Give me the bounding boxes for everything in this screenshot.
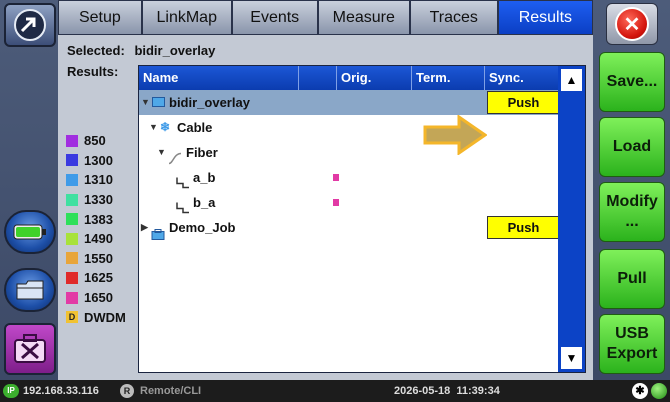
collapse-arrow-icon[interactable]: ▼ bbox=[157, 140, 166, 165]
legend-swatch bbox=[66, 291, 78, 304]
ip-badge: IP bbox=[3, 384, 19, 398]
collapse-arrow-icon[interactable]: ▼ bbox=[149, 115, 158, 140]
bluetooth-icon: ✱ bbox=[632, 383, 648, 399]
remote-badge: R bbox=[120, 384, 134, 398]
toolbox-icon bbox=[14, 334, 46, 363]
tab-bar: Setup LinkMap Events Measure Traces Resu… bbox=[58, 0, 594, 35]
table-row[interactable]: a_b bbox=[139, 165, 559, 190]
legend-item: 850 bbox=[66, 131, 126, 151]
legend-item: D DWDM bbox=[66, 307, 126, 327]
remote-status: Remote/CLI bbox=[140, 385, 202, 397]
dwdm-badge: D bbox=[66, 311, 78, 324]
push-button[interactable]: Push bbox=[487, 216, 560, 239]
legend-swatch bbox=[66, 134, 78, 147]
legend-item: 1625 bbox=[66, 268, 126, 288]
tab-traces[interactable]: Traces bbox=[409, 0, 498, 35]
scroll-up-button[interactable]: ▲ bbox=[561, 69, 582, 91]
scroll-down-button[interactable]: ▼ bbox=[561, 347, 582, 369]
close-icon: ✕ bbox=[615, 7, 649, 41]
table-row[interactable]: ▼ Fiber bbox=[139, 140, 559, 165]
wavelength-legend: 850 1300 1310 1330 1383 1490 1550 1625 1… bbox=[66, 131, 126, 327]
close-button[interactable]: ✕ bbox=[606, 3, 658, 45]
battery-button[interactable] bbox=[4, 210, 56, 254]
column-header-sync[interactable]: Sync. bbox=[485, 66, 559, 90]
table-row[interactable]: ▶ Demo_Job Push bbox=[139, 215, 560, 240]
folder-icon bbox=[16, 280, 44, 300]
row-name: Fiber bbox=[186, 145, 218, 160]
table-row[interactable]: ▼ ❄ Cable bbox=[139, 115, 559, 140]
legend-item: 1310 bbox=[66, 170, 126, 190]
status-bar: IP 192.168.33.116 R Remote/CLI 2026-05-1… bbox=[0, 380, 670, 402]
legend-item: 1330 bbox=[66, 190, 126, 210]
tab-linkmap[interactable]: LinkMap bbox=[141, 0, 232, 35]
file-explorer-button[interactable] bbox=[4, 268, 56, 312]
callout-arrow-icon bbox=[423, 115, 487, 155]
table-header: Name Orig. Term. Sync. bbox=[139, 66, 559, 90]
legend-swatch bbox=[66, 271, 78, 284]
selected-line: Selected: bidir_overlay bbox=[67, 43, 215, 58]
collapse-arrow-icon[interactable]: ▼ bbox=[141, 90, 150, 115]
legend-swatch bbox=[66, 154, 78, 167]
legend-item: 1490 bbox=[66, 229, 126, 249]
row-name: b_a bbox=[193, 195, 216, 210]
tab-results[interactable]: Results bbox=[497, 0, 594, 35]
table-row[interactable]: ▼ bidir_overlay Push bbox=[139, 90, 560, 115]
results-label: Results: bbox=[67, 64, 119, 79]
row-name: Cable bbox=[177, 120, 213, 135]
row-name: Demo_Job bbox=[169, 220, 236, 235]
legend-item: 1550 bbox=[66, 249, 126, 269]
table-row[interactable]: b_a bbox=[139, 190, 559, 215]
row-name: a_b bbox=[193, 170, 216, 185]
legend-swatch bbox=[66, 193, 78, 206]
ip-address: 192.168.33.116 bbox=[23, 385, 99, 397]
selected-label: Selected: bbox=[67, 43, 125, 58]
results-table: Name Orig. Term. Sync. ▼ bidir_overlay P… bbox=[138, 65, 586, 373]
load-button[interactable]: Load bbox=[599, 117, 665, 177]
job-icon bbox=[151, 229, 165, 240]
orig-marker bbox=[333, 199, 339, 206]
battery-icon bbox=[13, 224, 46, 240]
legend-swatch bbox=[66, 252, 78, 265]
legend-swatch bbox=[66, 213, 78, 226]
home-button[interactable] bbox=[4, 3, 56, 47]
folder-icon bbox=[152, 97, 165, 107]
status-indicator-icon bbox=[651, 383, 667, 399]
tab-events[interactable]: Events bbox=[231, 0, 318, 35]
legend-item: 1383 bbox=[66, 209, 126, 229]
tab-measure[interactable]: Measure bbox=[317, 0, 410, 35]
cable-icon: ❄ bbox=[160, 120, 171, 134]
orig-marker bbox=[333, 174, 339, 181]
toolbox-button[interactable] bbox=[4, 323, 56, 375]
legend-swatch bbox=[66, 173, 78, 186]
datetime: 2026-05-18 11:39:34 bbox=[394, 385, 500, 397]
usb-export-button[interactable]: USB Export bbox=[599, 314, 665, 374]
row-name: bidir_overlay bbox=[169, 95, 250, 110]
modify-button[interactable]: Modify ... bbox=[599, 182, 665, 242]
column-header-term[interactable]: Term. bbox=[412, 66, 485, 90]
table-scrollbar[interactable]: ▲ ▼ bbox=[558, 66, 585, 372]
save-button[interactable]: Save... bbox=[599, 52, 665, 112]
expand-arrow-icon[interactable]: ▶ bbox=[141, 215, 148, 240]
push-button[interactable]: Push bbox=[487, 91, 560, 114]
right-action-column: ✕ Save... Load Modify ... Pull USB Expor… bbox=[593, 0, 670, 380]
left-rail bbox=[0, 0, 58, 380]
legend-item: 1650 bbox=[66, 288, 126, 308]
column-header-blank bbox=[299, 66, 337, 90]
pull-button[interactable]: Pull bbox=[599, 249, 665, 309]
column-header-name[interactable]: Name bbox=[139, 66, 299, 90]
results-panel: Selected: bidir_overlay Results: 850 130… bbox=[58, 35, 593, 380]
column-header-orig[interactable]: Orig. bbox=[337, 66, 412, 90]
legend-item: 1300 bbox=[66, 151, 126, 171]
selected-value: bidir_overlay bbox=[134, 43, 216, 58]
tab-setup[interactable]: Setup bbox=[58, 0, 142, 35]
home-icon bbox=[14, 9, 46, 41]
legend-swatch bbox=[66, 232, 78, 245]
